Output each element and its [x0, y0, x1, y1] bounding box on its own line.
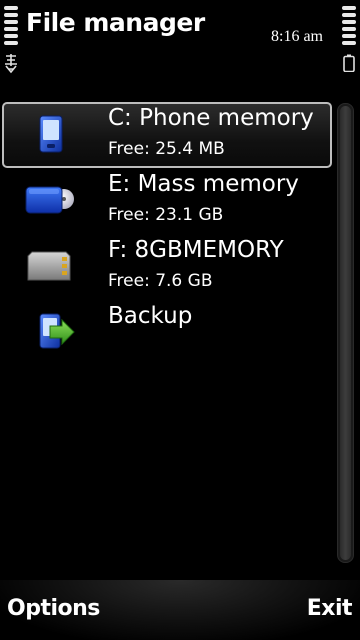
- phone-memory-icon: [39, 115, 63, 153]
- battery-level-icon: [343, 54, 355, 72]
- options-softkey[interactable]: Options: [7, 596, 100, 621]
- drive-item-mass-memory[interactable]: E: Mass memory Free: 23.1 GB: [2, 168, 332, 234]
- softkey-bar: Options Exit: [0, 580, 360, 640]
- drive-list: C: Phone memory Free: 25.4 MB E: Mass me…: [2, 102, 332, 366]
- drive-free-space: Free: 7.6 GB: [108, 271, 213, 291]
- drive-item-memory-card[interactable]: F: 8GBMEMORY Free: 7.6 GB: [2, 234, 332, 300]
- drive-free-space: Free: 23.1 GB: [108, 205, 224, 225]
- battery-icon: [342, 6, 356, 45]
- backup-icon: [39, 313, 75, 349]
- memory-card-icon: [27, 251, 71, 281]
- drive-item-phone-memory[interactable]: C: Phone memory Free: 25.4 MB: [2, 102, 332, 168]
- drive-title: E: Mass memory: [108, 171, 299, 197]
- scrollbar-thumb[interactable]: [340, 106, 351, 560]
- drive-title: F: 8GBMEMORY: [108, 237, 284, 263]
- clock: 8:16 am: [271, 28, 323, 45]
- mass-memory-icon: [25, 186, 74, 214]
- scrollbar[interactable]: [337, 103, 354, 563]
- packet-data-icon: [5, 54, 17, 74]
- app-title: File manager: [26, 8, 205, 37]
- exit-softkey[interactable]: Exit: [307, 596, 353, 621]
- signal-strength-icon: [4, 6, 18, 45]
- drive-free-space: Free: 25.4 MB: [108, 139, 225, 159]
- drive-title: C: Phone memory: [108, 105, 314, 131]
- backup-item[interactable]: Backup: [2, 300, 332, 366]
- backup-title: Backup: [108, 303, 193, 329]
